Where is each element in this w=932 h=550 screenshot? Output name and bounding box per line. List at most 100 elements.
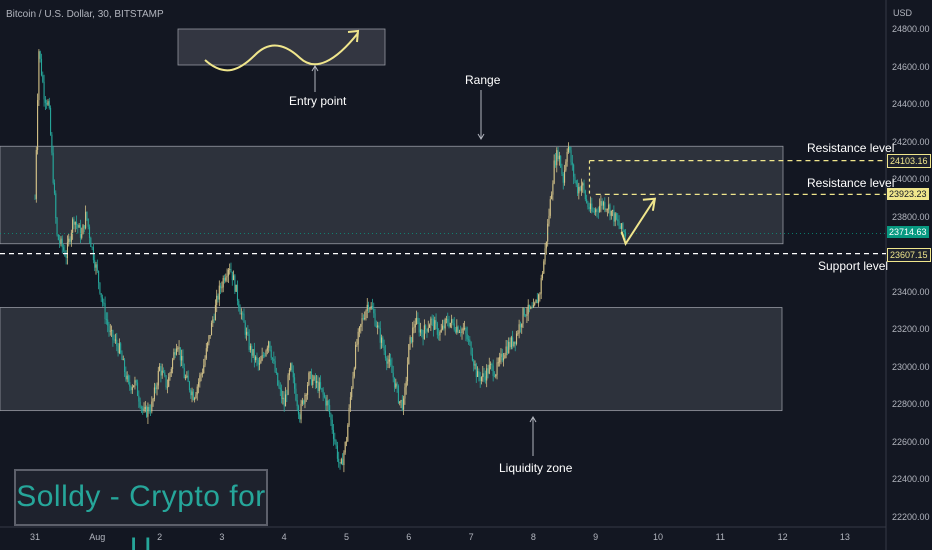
candle-body (55, 193, 57, 219)
candle-body (44, 99, 46, 103)
candle-body (454, 329, 457, 333)
candle-body (291, 363, 293, 372)
y-tick-label: 22200.00 (892, 511, 930, 522)
candle-body (196, 386, 198, 395)
candle-body (418, 322, 420, 333)
candle-body (517, 333, 519, 335)
candle-body (378, 325, 380, 329)
candle-body (444, 319, 446, 329)
candle-body (397, 386, 399, 403)
candle-body (554, 160, 557, 166)
candle-body (181, 356, 183, 361)
candle-body (539, 293, 541, 295)
candle-body (496, 362, 498, 375)
candle-body (201, 373, 203, 375)
candle-body (613, 210, 615, 222)
candle-body (438, 334, 440, 336)
candle-body (43, 81, 45, 100)
candle-body (345, 441, 348, 443)
candle-body (217, 295, 219, 300)
candle-body (523, 308, 525, 316)
candle-body (226, 275, 228, 278)
candle-body (500, 353, 502, 357)
candle-body (52, 152, 54, 183)
candle-body (188, 381, 191, 391)
candle-body (545, 241, 547, 249)
candle-body (419, 329, 422, 333)
resistance-price-tag-2: 23923.23 (887, 188, 929, 200)
candle-body (567, 146, 569, 153)
candle-body (168, 377, 170, 387)
candle-body (396, 383, 398, 387)
candle-body (329, 405, 331, 415)
candle-body (400, 400, 402, 402)
candle-body (169, 373, 171, 378)
candle-body (421, 329, 423, 335)
candle-body (573, 164, 575, 177)
candle-body (229, 268, 231, 270)
candle-body (475, 364, 477, 378)
candle-body (501, 353, 503, 361)
candle-body (205, 348, 207, 359)
candle-body (51, 134, 53, 153)
candle-body (364, 318, 366, 319)
candle-body (462, 328, 464, 330)
candle-body (239, 308, 241, 315)
candle-body (589, 203, 592, 210)
candle-body (583, 183, 585, 191)
candle-body (599, 205, 601, 212)
candle-body (114, 339, 117, 341)
candle-body (466, 333, 468, 340)
candle-body (233, 275, 235, 281)
candle-body (204, 358, 206, 366)
candle-body (165, 375, 167, 388)
candle-body (191, 391, 193, 396)
candle-body (566, 152, 568, 162)
candle-body (130, 386, 132, 391)
candle-body (100, 293, 102, 298)
candle-body (580, 185, 582, 191)
candle-body (295, 388, 297, 401)
candle-body (606, 209, 608, 211)
candle-body (609, 204, 611, 216)
brand-watermark: Solldy - Crypto for U (14, 469, 268, 550)
candle-body (587, 202, 589, 207)
x-tick-label: 7 (468, 532, 474, 542)
candle-body (356, 344, 358, 346)
candle-body (195, 394, 197, 398)
x-tick-label: 9 (593, 532, 599, 542)
candle-body (447, 318, 449, 323)
candle-body (426, 329, 428, 332)
candle-body (316, 380, 318, 383)
candle-body (231, 271, 233, 281)
candle-body (366, 304, 368, 311)
candle-body (551, 194, 553, 200)
candle-body (325, 397, 327, 406)
candle-body (246, 331, 248, 335)
candle-body (297, 406, 300, 415)
candle-body (186, 375, 188, 378)
candle-body (68, 238, 70, 243)
candle-body (535, 299, 537, 303)
candle-body (538, 294, 540, 304)
candle-body (571, 162, 573, 165)
candle-body (85, 211, 87, 229)
candle-body (575, 180, 577, 185)
candle-body (403, 398, 405, 410)
x-tick-label: 13 (839, 532, 850, 542)
candle-body (210, 322, 213, 336)
candle-body (514, 341, 516, 344)
candle-body (218, 285, 220, 300)
candle-body (194, 397, 196, 400)
y-unit-label: USD (893, 8, 913, 18)
candle-body (82, 225, 84, 235)
candle-body (540, 278, 542, 294)
candle-body (478, 371, 480, 378)
candle-body (327, 400, 329, 406)
candle-body (95, 264, 97, 268)
candle-body (593, 211, 595, 213)
candle-body (48, 101, 50, 108)
chart-window: Bitcoin / U.S. Dollar, 30, BITSTAMP USD … (0, 0, 932, 550)
candle-body (113, 339, 115, 341)
candle-body (126, 375, 128, 380)
